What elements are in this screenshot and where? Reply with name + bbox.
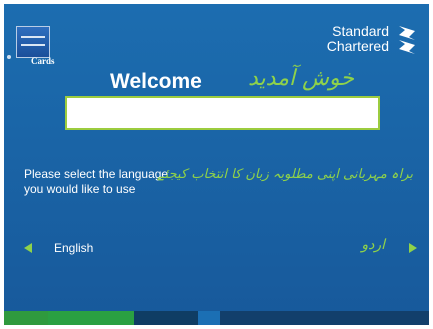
footer-segment <box>134 311 198 325</box>
brand-line-2: Chartered <box>326 38 389 54</box>
welcome-title-urdu: خوش آمدید <box>248 66 354 91</box>
footer-segment <box>198 311 220 325</box>
amex-card-icon <box>16 26 50 58</box>
footer-segment <box>220 311 429 325</box>
cards-label: Cards <box>31 56 55 66</box>
prompt-line-2: you would like to use <box>24 182 136 196</box>
atm-screen: Cards Standard Chartered Welcome خوش آمد… <box>4 4 429 325</box>
brand-line-1: Standard <box>332 23 389 39</box>
footer-segment <box>48 311 134 325</box>
dot-icon <box>7 55 11 59</box>
urdu-option-label[interactable]: اردو <box>361 237 385 253</box>
footer-color-bar <box>4 311 429 325</box>
display-field <box>65 96 380 130</box>
standard-chartered-logo-icon <box>399 26 415 54</box>
triangle-right-icon[interactable] <box>409 243 417 253</box>
language-prompt-urdu: براہ مہربانی اپنی مطلوبہ زبان کا انتخاب … <box>157 167 413 182</box>
english-option-label[interactable]: English <box>54 241 93 255</box>
brand-name: Standard Chartered <box>327 24 389 54</box>
triangle-left-icon[interactable] <box>24 243 32 253</box>
footer-segment <box>4 311 48 325</box>
welcome-title: Welcome <box>110 70 202 93</box>
